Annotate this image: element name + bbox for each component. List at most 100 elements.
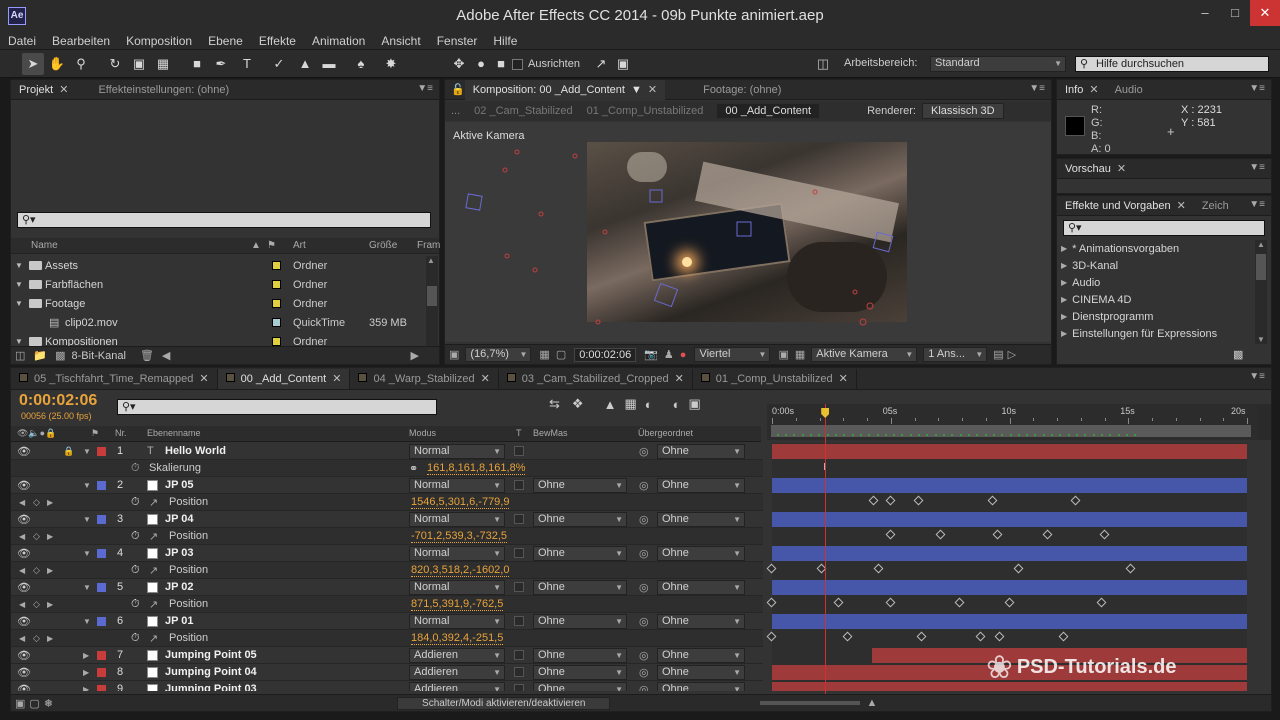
keyframe[interactable]: [1058, 631, 1069, 642]
fast-previews-icon[interactable]: ▷: [1008, 348, 1016, 361]
snap-bounds-icon[interactable]: ▣: [612, 53, 634, 75]
panel-menu-icon[interactable]: ▼≡: [1249, 83, 1265, 94]
expand-arrow-icon[interactable]: ▶: [1061, 295, 1067, 304]
layer-row[interactable]: 👁 ▼ 2 JP 05 Normal Ohne ◎ Ohne: [11, 477, 763, 494]
timeline-track[interactable]: [772, 579, 1247, 596]
menu-ansicht[interactable]: Ansicht: [373, 32, 428, 50]
lock-icon[interactable]: 🔒: [63, 446, 74, 457]
property-value[interactable]: -701,2,539,3,-732,5: [411, 530, 508, 543]
crumb-comp-unstabilized[interactable]: 01 _Comp_Unstabilized: [587, 105, 704, 117]
panel-menu-icon[interactable]: ▼≡: [1249, 371, 1265, 382]
preserve-transparency-checkbox[interactable]: [514, 667, 524, 677]
project-search-input[interactable]: ⚲▾: [17, 212, 431, 228]
tab-vorschau[interactable]: Vorschau ✕: [1057, 159, 1134, 179]
layer-label-color[interactable]: [97, 481, 106, 490]
blend-mode-dropdown[interactable]: Addieren: [409, 664, 505, 680]
layer-label-color[interactable]: [97, 617, 106, 626]
stopwatch-icon[interactable]: ⏱: [131, 564, 140, 577]
keyframe[interactable]: [1013, 563, 1024, 574]
property-value[interactable]: 820,3,518,2,-1602,0: [411, 564, 510, 577]
graph-editor-icon[interactable]: ◐: [673, 397, 681, 412]
effect-category[interactable]: ▶ * Animationsvorgaben: [1061, 240, 1251, 257]
timeline-tab[interactable]: 03 _Cam_Stabilized_Cropped ✕: [499, 368, 693, 389]
layer-label-color[interactable]: [97, 549, 106, 558]
clone-stamp-tool-icon[interactable]: ▲: [294, 53, 316, 75]
layer-label-color[interactable]: [97, 685, 106, 691]
view-axis-icon[interactable]: ■: [490, 53, 512, 75]
keyframe[interactable]: [994, 631, 1005, 642]
expand-layer-switches-icon[interactable]: ▣: [15, 697, 25, 710]
track-matte-dropdown[interactable]: Ohne: [533, 647, 627, 663]
minimize-icon[interactable]: –: [1190, 0, 1220, 26]
folder-expand-arrow-icon[interactable]: ▼: [15, 280, 23, 289]
track-matte-dropdown[interactable]: Ohne: [533, 664, 627, 680]
layer-label-color[interactable]: [97, 583, 106, 592]
menu-bearbeiten[interactable]: Bearbeiten: [44, 32, 118, 50]
add-keyframe-icon[interactable]: ◇: [33, 497, 40, 508]
prev-keyframe-icon[interactable]: ◀: [19, 532, 25, 541]
blend-mode-dropdown[interactable]: Normal: [409, 511, 505, 527]
effects-search-input[interactable]: ⚲▾: [1063, 220, 1265, 236]
timeline-track[interactable]: [766, 630, 1247, 647]
tab-audio[interactable]: Audio: [1107, 80, 1151, 100]
keyframe[interactable]: [885, 529, 896, 540]
keyframe[interactable]: [1042, 529, 1052, 540]
stopwatch-icon[interactable]: ⏱: [131, 462, 140, 475]
parent-dropdown[interactable]: Ohne: [657, 477, 745, 493]
label-column-icon[interactable]: ⚑: [91, 428, 99, 439]
visibility-eye-icon[interactable]: 👁: [17, 666, 31, 679]
label-color-swatch[interactable]: [272, 261, 281, 270]
col-modus[interactable]: Modus: [409, 428, 436, 438]
visibility-eye-icon[interactable]: 👁: [17, 479, 31, 492]
expand-transfer-controls-icon[interactable]: ▢: [29, 697, 39, 710]
maximize-icon[interactable]: □: [1220, 0, 1250, 26]
track-matte-dropdown[interactable]: Ohne: [533, 545, 627, 561]
keyframe[interactable]: [1070, 495, 1081, 506]
snap-icon[interactable]: ↗: [590, 53, 612, 75]
next-keyframe-icon[interactable]: ▶: [47, 498, 53, 507]
layer-duration-bar[interactable]: [772, 614, 1247, 629]
mask-visibility-icon[interactable]: ▢: [556, 348, 566, 361]
keyframe[interactable]: [1099, 529, 1109, 540]
layer-row[interactable]: 👁 ▼ 3 JP 04 Normal Ohne ◎ Ohne: [11, 511, 763, 528]
visibility-eye-icon[interactable]: 👁: [17, 445, 31, 458]
close-tab-icon[interactable]: ✕: [675, 373, 684, 385]
layer-row[interactable]: 👁 ▶ 9 Jumping Point 03 Addieren Ohne ◎ Ohne: [11, 681, 763, 691]
keyframe[interactable]: [766, 597, 777, 608]
layer-name[interactable]: Jumping Point 03: [165, 683, 257, 691]
layer-row[interactable]: 👁 ▶ 8 Jumping Point 04 Addieren Ohne ◎ Ohne: [11, 664, 763, 681]
col-fram[interactable]: Fram: [417, 240, 440, 251]
effect-category[interactable]: ▶ Dienstprogramm: [1061, 308, 1251, 325]
layer-name[interactable]: Jumping Point 05: [165, 649, 257, 661]
brush-tool-icon[interactable]: ✓: [268, 53, 290, 75]
layer-label-color[interactable]: [97, 515, 106, 524]
selection-tool-icon[interactable]: ➤: [22, 53, 44, 75]
label-color-swatch[interactable]: [272, 299, 281, 308]
expand-arrow-icon[interactable]: ▶: [83, 685, 89, 692]
preserve-transparency-checkbox[interactable]: [514, 582, 524, 592]
pick-whip-icon[interactable]: ◎: [639, 547, 649, 560]
property-row[interactable]: ⏱ Skalierung ⚭ 161,8,161,8,161,8%: [11, 460, 763, 477]
tab-info[interactable]: Info ✕: [1057, 80, 1107, 100]
expand-arrow-icon[interactable]: ▶: [83, 651, 89, 660]
blend-mode-dropdown[interactable]: Normal: [409, 477, 505, 493]
expand-stretch-icon[interactable]: ❅: [44, 697, 53, 710]
comp-button-icon[interactable]: [1257, 404, 1271, 440]
new-folder-icon[interactable]: 📁: [33, 349, 47, 362]
crumb-cam-stabilized[interactable]: 02 _Cam_Stabilized: [474, 105, 572, 117]
scroll-right-icon[interactable]: ▶: [411, 349, 419, 362]
layer-label-color[interactable]: [97, 668, 106, 677]
timeline-track[interactable]: [772, 511, 1247, 528]
col-size[interactable]: Größe: [369, 240, 397, 251]
toggle-switches-modes-button[interactable]: Schalter/Modi aktivieren/deaktivieren: [397, 696, 611, 710]
time-ruler[interactable]: 0:00s 05s 10s 15s 20s: [767, 404, 1257, 440]
property-value[interactable]: 161,8,161,8,161,8%: [427, 462, 526, 475]
timeline-track[interactable]: [772, 613, 1247, 630]
keyframe[interactable]: [766, 631, 777, 642]
next-keyframe-icon[interactable]: ▶: [47, 532, 53, 541]
constrain-proportions-icon[interactable]: ⚭: [409, 462, 418, 475]
pick-whip-icon[interactable]: ◎: [639, 479, 649, 492]
expand-arrow-icon[interactable]: ▼: [83, 515, 91, 524]
hand-tool-icon[interactable]: ✋: [46, 53, 68, 75]
transparency-grid-icon[interactable]: ▦: [795, 348, 805, 361]
